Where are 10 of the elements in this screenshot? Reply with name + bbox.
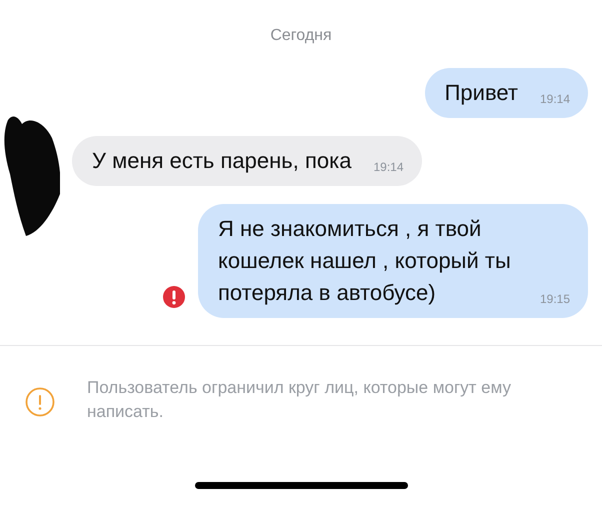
date-header: Сегодня bbox=[269, 27, 333, 45]
message-text: У меня есть парень, пока bbox=[92, 147, 352, 175]
message-time: 19:14 bbox=[373, 159, 404, 176]
message-time: 19:15 bbox=[540, 291, 570, 308]
message-time: 19:14 bbox=[540, 91, 570, 108]
error-icon[interactable] bbox=[162, 286, 185, 308]
warning-icon bbox=[25, 387, 55, 417]
message-text: Привет bbox=[444, 79, 518, 107]
notice-text: Пользователь ограничил круг лиц, которые могут ему написать. bbox=[87, 377, 512, 423]
message-text: Я не знакомиться , я твой кошелек нашел , который ты потеряла в автобусе) bbox=[218, 215, 512, 307]
